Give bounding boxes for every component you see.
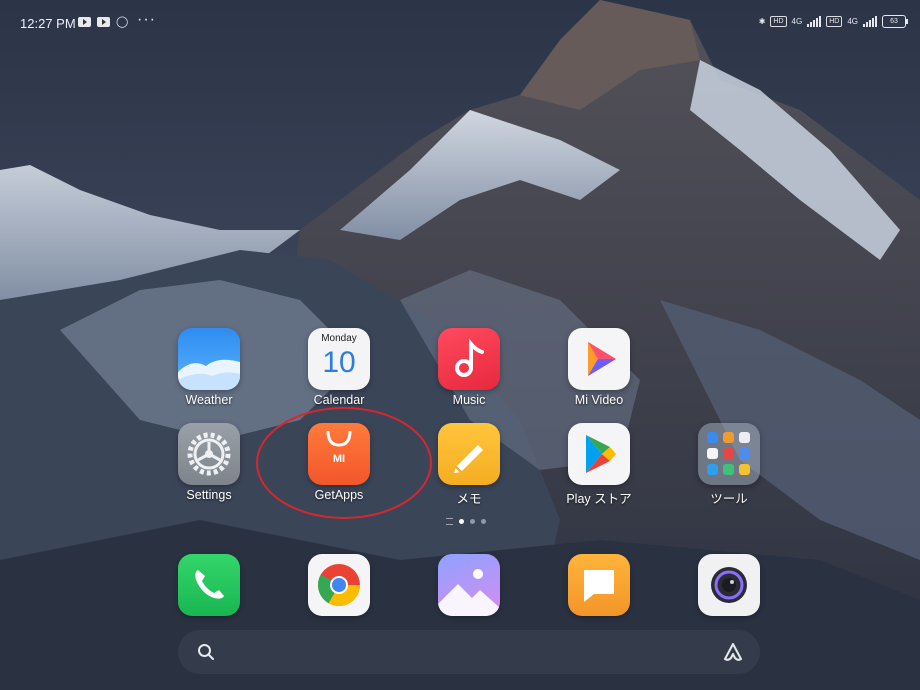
youtube-notification-icon [78, 16, 91, 27]
more-notifications-icon: ··· [137, 11, 156, 28]
notification-icons: ◯ [78, 15, 128, 28]
page-dot-active [459, 519, 464, 524]
hd-icon: HD [826, 16, 843, 27]
gear-icon [178, 423, 240, 485]
calendar-date: 10 [322, 346, 356, 379]
dock-camera[interactable] [679, 554, 779, 616]
page-dot [470, 519, 475, 524]
app-label: Mi Video [574, 393, 624, 407]
app-label: Settings [186, 488, 232, 502]
app-label: Calendar [313, 393, 365, 407]
battery-icon: 63 [882, 15, 908, 28]
message-icon [568, 554, 630, 616]
dock-phone[interactable] [159, 554, 259, 616]
camera-icon [698, 554, 760, 616]
folder-icon [698, 423, 760, 485]
system-icons: ✱ HD 4G HD 4G 63 [758, 15, 908, 28]
music-note-icon [438, 328, 500, 390]
play-store-icon [568, 423, 630, 485]
dock-chrome[interactable] [289, 554, 389, 616]
page-indicator [446, 518, 486, 525]
signal-icon [863, 16, 877, 27]
calendar-weekday: Monday [321, 333, 357, 344]
calendar-icon: Monday 10 [308, 328, 370, 390]
app-label: メモ [456, 492, 482, 506]
mi-video-icon [568, 328, 630, 390]
app-mi-video[interactable]: Mi Video [549, 328, 649, 407]
network-type-2: 4G [847, 17, 858, 26]
dock-gallery[interactable] [419, 554, 519, 616]
app-label: Music [452, 393, 486, 407]
app-weather[interactable]: Weather [159, 328, 259, 407]
app-label: Weather [185, 393, 233, 407]
weather-icon [178, 328, 240, 390]
search-bar[interactable] [178, 630, 760, 674]
highlight-circle [256, 407, 432, 519]
gallery-icon [438, 554, 500, 616]
bluetooth-icon: ✱ [758, 17, 766, 26]
network-type-1: 4G [791, 17, 803, 26]
status-bar: 12:27 PM ◯ ··· ✱ HD 4G HD 4G 63 [0, 0, 920, 46]
pencil-icon [438, 423, 500, 485]
search-icon [197, 643, 215, 666]
page-indicator-feed [446, 518, 453, 525]
app-calendar[interactable]: Monday 10 Calendar [289, 328, 389, 407]
signal-icon [807, 16, 822, 27]
chrome-icon [308, 554, 370, 616]
app-music[interactable]: Music [419, 328, 519, 407]
lightbulb-icon: ◯ [116, 16, 129, 28]
hd-icon: HD [770, 16, 787, 27]
app-settings[interactable]: Settings [159, 423, 259, 502]
dock-messaging[interactable] [549, 554, 649, 616]
app-memo[interactable]: メモ [419, 423, 519, 507]
phone-icon [178, 554, 240, 616]
app-folder-tools[interactable]: ツール [679, 423, 779, 507]
youtube-notification-icon [97, 16, 110, 27]
status-time: 12:27 PM [20, 16, 76, 31]
assistant-icon[interactable] [722, 642, 744, 667]
app-play-store[interactable]: Play ストア [549, 423, 649, 507]
app-label: ツール [710, 492, 748, 506]
page-dot [481, 519, 486, 524]
app-label: Play ストア [566, 492, 632, 506]
